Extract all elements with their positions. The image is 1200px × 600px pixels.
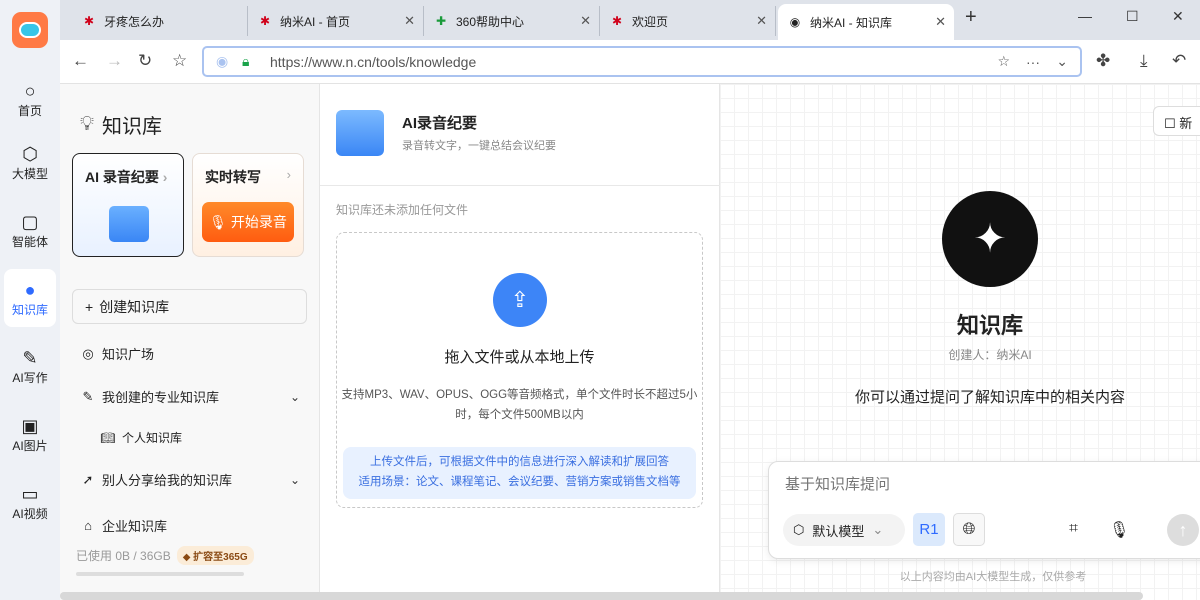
crop-icon[interactable]: ⌗ bbox=[1069, 520, 1078, 538]
shared-knowledge-group[interactable]: ➚ 别人分享给我的知识库 ⌄ bbox=[80, 470, 300, 489]
favicon-icon: ✱ bbox=[611, 14, 623, 28]
favicon-icon: ◉ bbox=[789, 15, 801, 29]
knowledge-icon: ● bbox=[24, 279, 36, 300]
favicon-icon: ✱ bbox=[259, 14, 271, 28]
new-chat-button[interactable]: ☐ 新 bbox=[1153, 106, 1200, 136]
mic-icon: 🎙︎ bbox=[209, 213, 227, 230]
r1-toggle[interactable]: R1 bbox=[913, 513, 945, 546]
recording-panel: AI录音纪要 录音转文字，一键总结会议纪要 知识库还未添加任何文件 ⇪ 拖入文件… bbox=[320, 84, 720, 600]
tab[interactable]: ✱ 欢迎页 ✕ bbox=[600, 6, 776, 36]
tab[interactable]: ✱ 牙疼怎么办 bbox=[72, 6, 248, 36]
more-icon[interactable]: ··· bbox=[1026, 54, 1040, 70]
home-icon: ⌂ bbox=[84, 518, 92, 533]
plus-icon: + bbox=[85, 298, 94, 315]
live-transcribe-card[interactable]: 实时转写 › 🎙︎ 开始录音 bbox=[192, 153, 304, 257]
compass-icon: ◎ bbox=[82, 345, 94, 361]
app-sidebar: ○ 首页 ⬡ 大模型 ▢ 智能体 ● 知识库 ✎ AI写作 ▣ AI图片 ▭ AI视频 bbox=[0, 0, 60, 600]
video-icon: ▭ bbox=[21, 483, 39, 504]
tab-strip: ✱ 牙疼怎么办 ✱ 纳米AI - 首页 ✕ ✚ 360帮助中心 ✕ ✱ 欢迎页 ✕ ◉ 纳米AI… bbox=[60, 0, 1200, 40]
personal-knowledge-item[interactable]: 📖︎ 个人知识库 bbox=[100, 429, 182, 446]
favicon-icon: ✱ bbox=[83, 14, 95, 28]
chevron-down-icon[interactable]: ⌄ bbox=[1056, 53, 1068, 70]
sidebar-item-video[interactable]: ▭ AI视频 bbox=[4, 473, 56, 531]
sidebar-item-agents[interactable]: ▢ 智能体 bbox=[4, 201, 56, 259]
send-button[interactable]: ↑ bbox=[1167, 514, 1199, 546]
storage-usage: 已使用 0B / 36GB bbox=[76, 549, 171, 563]
question-input-box[interactable]: ⬡默认模型⌄ R1 🌐︎ ⌗ 🎙︎ ↑ bbox=[768, 461, 1200, 559]
undo-icon[interactable]: ↶ bbox=[1172, 51, 1186, 71]
chevron-down-icon: ⌄ bbox=[289, 472, 300, 487]
question-input[interactable] bbox=[785, 476, 1165, 493]
close-icon[interactable]: ✕ bbox=[404, 13, 415, 29]
favorites-icon[interactable]: ☆ bbox=[172, 51, 187, 71]
web-search-icon[interactable]: 🌐︎ bbox=[953, 513, 985, 546]
page-title: 💡︎ 知识库 bbox=[80, 113, 162, 138]
browser-toolbar: ← → ↻ ☆ ◉ 🔒︎ https://www.n.cn/tools/know… bbox=[60, 40, 1200, 84]
knowledge-sidebar: 💡︎ 知识库 AI 录音纪要 › 实时转写 › 🎙︎ 开始录音 + 创建知识库 ◎ 知识… bbox=[60, 84, 320, 600]
recording-folder-icon bbox=[336, 110, 384, 156]
tab[interactable]: ✚ 360帮助中心 ✕ bbox=[424, 6, 600, 36]
my-knowledge-group[interactable]: ✎ 我创建的专业知识库 ⌄ bbox=[80, 387, 300, 406]
close-icon[interactable]: ✕ bbox=[935, 14, 946, 30]
minimize-button[interactable]: — bbox=[1078, 8, 1092, 24]
chevron-down-icon: ⌄ bbox=[289, 389, 300, 404]
enterprise-knowledge-link[interactable]: ⌂ 企业知识库 bbox=[80, 516, 167, 535]
agent-icon: ▢ bbox=[21, 211, 39, 232]
sidebar-item-models[interactable]: ⬡ 大模型 bbox=[4, 133, 56, 191]
create-knowledge-button[interactable]: + 创建知识库 bbox=[72, 289, 307, 324]
chevron-right-icon: › bbox=[162, 169, 168, 185]
share-icon: ➚ bbox=[82, 471, 94, 487]
reload-button[interactable]: ↻ bbox=[138, 51, 152, 71]
favicon-icon: ✚ bbox=[435, 14, 447, 28]
search-icon: ○ bbox=[24, 80, 36, 101]
back-button[interactable]: ← bbox=[72, 51, 89, 71]
horizontal-scrollbar[interactable] bbox=[60, 592, 1143, 600]
chevron-right-icon: › bbox=[286, 167, 291, 182]
chat-panel: ☐ 新 ✦ 知识库 创建人：纳米AI 你可以通过提问了解知识库中的相关内容 ⬡默… bbox=[720, 84, 1200, 600]
new-tab-button[interactable]: + bbox=[965, 6, 977, 29]
model-selector[interactable]: ⬡ 默认模型 ⌄ bbox=[783, 514, 905, 546]
tab[interactable]: ✱ 纳米AI - 首页 ✕ bbox=[248, 6, 424, 36]
chevron-down-icon: ⌄ bbox=[872, 522, 884, 537]
edit-icon: ✎ bbox=[82, 388, 94, 404]
sidebar-item-home[interactable]: ○ 首页 bbox=[4, 70, 56, 128]
start-recording-button[interactable]: 🎙︎ 开始录音 bbox=[202, 202, 294, 242]
ai-recording-card[interactable]: AI 录音纪要 › bbox=[72, 153, 184, 257]
close-window-button[interactable]: ✕ bbox=[1172, 8, 1184, 25]
tab-active[interactable]: ◉ 纳米AI - 知识库 ✕ bbox=[778, 4, 954, 40]
expand-storage-badge[interactable]: ◆ 扩容至365G bbox=[176, 546, 254, 565]
upload-dropzone[interactable]: ⇪ 拖入文件或从本地上传 支持MP3、WAV、OPUS、OGG等音频格式，单个文… bbox=[336, 232, 703, 508]
sidebar-item-knowledge[interactable]: ● 知识库 bbox=[4, 269, 56, 327]
site-icon: ◉ bbox=[216, 53, 229, 69]
upload-icon[interactable]: ⇪ bbox=[493, 273, 547, 327]
bulb-icon: 💡︎ bbox=[80, 113, 94, 135]
address-bar[interactable]: ◉ 🔒︎ https://www.n.cn/tools/knowledge ☆ … bbox=[202, 46, 1082, 77]
sidebar-item-image[interactable]: ▣ AI图片 bbox=[4, 405, 56, 463]
download-icon[interactable]: ⤓ bbox=[1140, 51, 1148, 71]
maximize-button[interactable]: ☐ bbox=[1126, 8, 1139, 25]
forward-button[interactable]: → bbox=[106, 51, 123, 71]
close-icon[interactable]: ✕ bbox=[580, 13, 591, 29]
upload-tip: 上传文件后，可根据文件中的信息进行深入解读和扩展回答 适用场景：论文、课程笔记、会… bbox=[343, 447, 696, 499]
cube-icon: ⬡ bbox=[793, 522, 805, 537]
sidebar-item-writing[interactable]: ✎ AI写作 bbox=[4, 337, 56, 395]
pen-icon: ✎ bbox=[22, 347, 38, 368]
knowledge-plaza-link[interactable]: ◎ 知识广场 bbox=[80, 344, 154, 363]
close-icon[interactable]: ✕ bbox=[756, 13, 767, 29]
storage-progress-bar bbox=[76, 572, 244, 576]
lock-icon: 🔒︎ bbox=[242, 53, 250, 69]
recording-folder-icon bbox=[109, 206, 149, 242]
bookmark-star-icon[interactable]: ☆ bbox=[997, 53, 1010, 70]
extensions-icon[interactable]: ✤ bbox=[1096, 51, 1110, 71]
book-icon: 📖︎ bbox=[100, 430, 116, 445]
knowledge-bulb-icon: ✦ bbox=[942, 191, 1038, 287]
mic-icon[interactable]: 🎙︎ bbox=[1109, 520, 1129, 540]
cube-icon: ⬡ bbox=[22, 143, 38, 164]
app-logo[interactable] bbox=[12, 12, 48, 48]
image-icon: ▣ bbox=[21, 415, 39, 436]
